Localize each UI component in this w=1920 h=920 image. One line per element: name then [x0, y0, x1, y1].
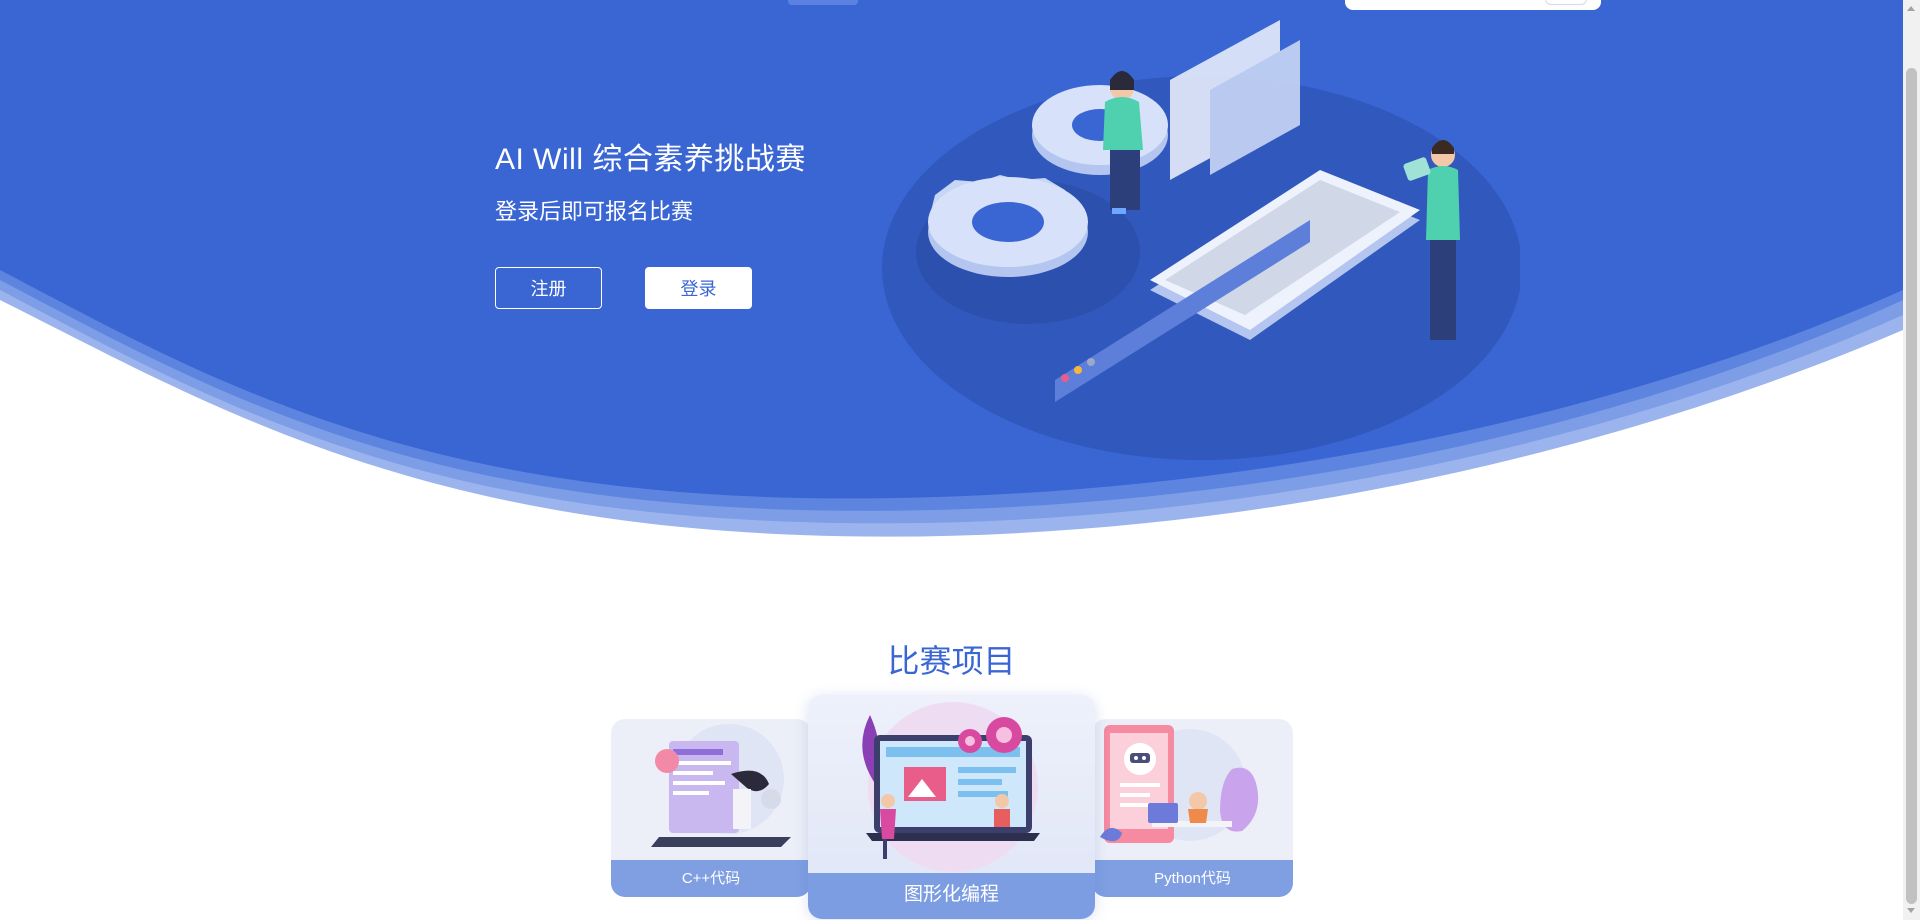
robot-ai-illustration [1100, 725, 1259, 843]
scroll-down-arrow-icon[interactable] [1907, 908, 1915, 913]
card-label: Python代码 [1092, 860, 1293, 897]
hero-title: AI Will 综合素养挑战赛 [495, 143, 806, 176]
gear-icon [986, 717, 1022, 753]
card-cpp[interactable]: C++代码 [611, 719, 811, 897]
register-button[interactable]: 注册 [495, 267, 602, 309]
scrollbar-thumb[interactable] [1906, 68, 1917, 904]
card-label: C++代码 [611, 860, 811, 897]
search-pill [1545, 0, 1587, 5]
scroll-up-arrow-icon[interactable] [1907, 6, 1915, 11]
gear-icon [928, 175, 1088, 277]
top-search-box[interactable] [1345, 0, 1601, 10]
card-python[interactable]: Python代码 [1092, 719, 1293, 897]
login-button[interactable]: 登录 [645, 267, 752, 309]
top-nav-indicator[interactable] [788, 0, 858, 5]
gear-icon [958, 729, 982, 753]
gears-phone-people-illustration [882, 20, 1520, 460]
graphic-programming-illustration [862, 702, 1040, 872]
hero-subtitle: 登录后即可报名比赛 [495, 199, 694, 224]
gear-icon [1032, 85, 1168, 175]
coding-laptop-illustration [651, 724, 791, 847]
card-graphic-programming[interactable]: 图形化编程 [808, 695, 1095, 919]
section-title: 比赛项目 [887, 643, 1016, 679]
card-label: 图形化编程 [808, 873, 1095, 919]
